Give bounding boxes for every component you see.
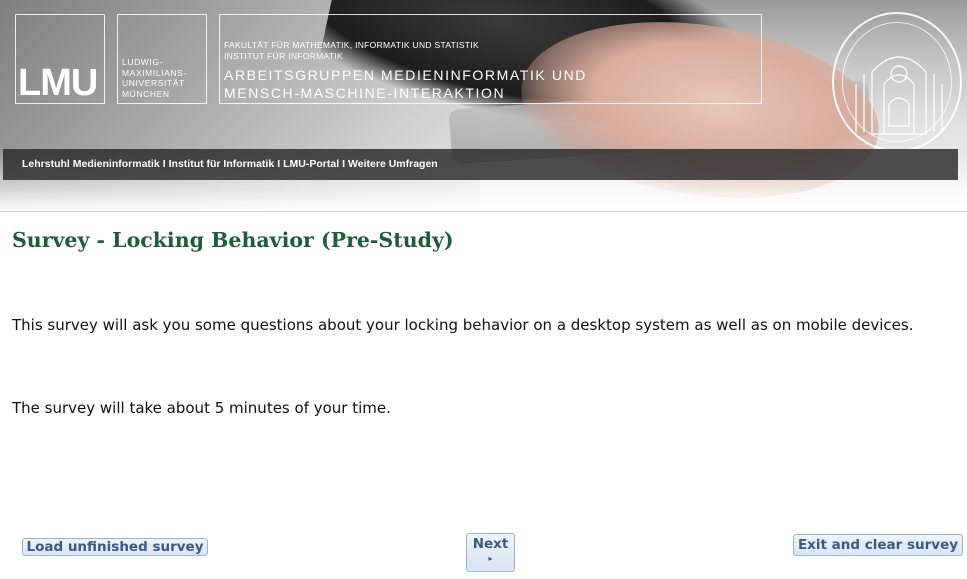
nav-link-institut[interactable]: Institut für Informatik: [169, 158, 275, 170]
next-arrow-icon: ▸: [488, 554, 493, 563]
top-navigation-bar: Lehrstuhl Medieninformatik I Institut für …: [3, 149, 958, 180]
nav-link-weitere-umfragen[interactable]: Weitere Umfragen: [348, 158, 438, 170]
survey-duration-text: The survey will take about 5 minutes of …: [12, 399, 391, 417]
faculty-name: FAKULTÄT FÜR MATHEMATIK, INFORMATIK UND …: [224, 40, 479, 61]
lmu-logo-text: LMU: [18, 62, 98, 104]
header-banner: LMU LUDWIG- MAXIMILIANS- UNIVERSITÄT MÜN…: [0, 0, 967, 212]
university-seal-icon: [832, 12, 962, 152]
nav-separator: I: [342, 158, 346, 170]
load-unfinished-survey-button[interactable]: Load unfinished survey: [22, 538, 208, 556]
next-button-label: Next: [472, 536, 509, 552]
survey-intro-text: This survey will ask you some questions …: [12, 316, 914, 334]
nav-separator: I: [162, 158, 166, 170]
lmu-logo[interactable]: LMU: [15, 14, 105, 104]
nav-link-lmu-portal[interactable]: LMU-Portal: [283, 158, 339, 170]
seal-figure-icon: [855, 56, 943, 135]
nav-separator: I: [277, 158, 281, 170]
university-name-box: LUDWIG- MAXIMILIANS- UNIVERSITÄT MÜNCHEN: [117, 14, 207, 104]
exit-and-clear-survey-button[interactable]: Exit and clear survey: [793, 534, 963, 556]
university-name: LUDWIG- MAXIMILIANS- UNIVERSITÄT MÜNCHEN: [122, 57, 187, 99]
nav-link-lehrstuhl[interactable]: Lehrstuhl Medieninformatik: [22, 158, 160, 170]
survey-title: Survey - Locking Behavior (Pre-Study): [12, 228, 454, 252]
research-group-name: ARBEITSGRUPPEN MEDIENINFORMATIK UND MENS…: [224, 67, 587, 101]
research-group-box: FAKULTÄT FÜR MATHEMATIK, INFORMATIK UND …: [219, 14, 762, 104]
nav-links: Lehrstuhl Medieninformatik I Institut für …: [22, 158, 438, 170]
next-button[interactable]: Next ▸: [466, 533, 515, 572]
